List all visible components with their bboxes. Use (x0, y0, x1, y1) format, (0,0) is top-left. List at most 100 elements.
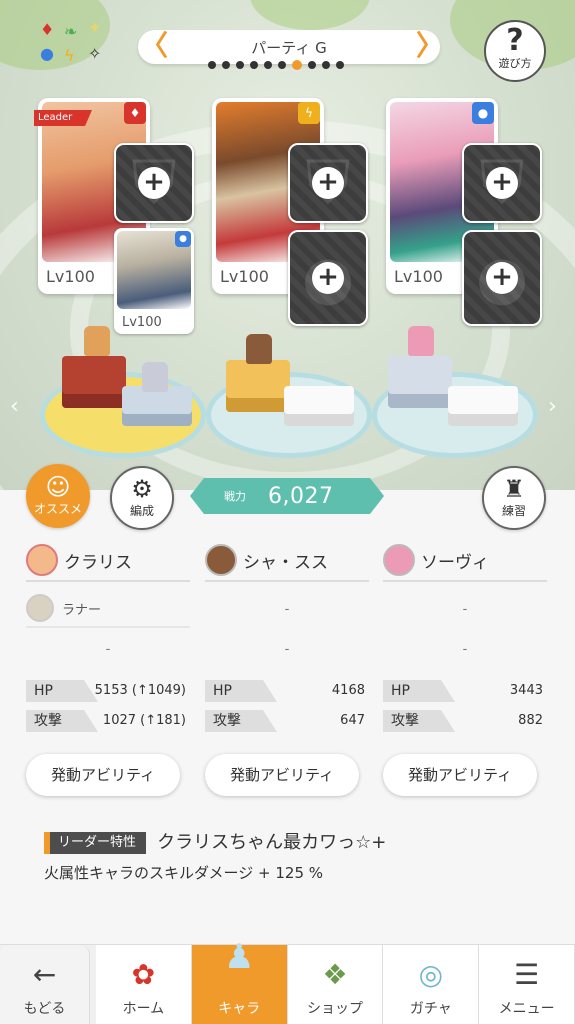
recommend-button[interactable]: ☺ オススメ (26, 464, 90, 528)
hp-stat: HP 5153 (↑1049) (26, 680, 190, 702)
hp-label: HP (205, 680, 277, 702)
support-level: Lv100 (122, 315, 162, 330)
page-dot[interactable] (308, 61, 316, 69)
hp-value: 3443 (509, 683, 543, 698)
character-icon: ♟ (223, 937, 255, 977)
add-icon: + (486, 262, 518, 294)
support-sprite (142, 362, 168, 392)
page-dot[interactable] (264, 61, 272, 69)
member-name-row[interactable]: ソーヴィ (383, 540, 547, 582)
pixel-block-blue (122, 386, 192, 426)
element-icons: ♦ ❧ ✦ ● ϟ ✧ (36, 18, 110, 74)
atk-value: 882 (518, 713, 543, 728)
avatar (26, 594, 54, 622)
water-element-icon: ● (175, 231, 191, 247)
page-dot[interactable] (322, 61, 330, 69)
nav-label: もどる (23, 1001, 66, 1017)
wind-element-icon: ❧ (64, 22, 78, 41)
pixel-block-gold (226, 360, 290, 412)
hp-stat: HP 4168 (205, 680, 369, 702)
power-badge: 戦力 6,027 (190, 478, 384, 514)
nav-label: ホーム (122, 1001, 165, 1017)
formation-button[interactable]: ⚙ 編成 (110, 466, 174, 530)
leader-skill-name: クラリスちゃん最カワっ☆+ (157, 832, 387, 853)
water-element-icon: ● (40, 44, 54, 63)
support-member-row[interactable]: ラナー (26, 590, 190, 628)
page-dot[interactable] (278, 61, 286, 69)
light-element-icon: ✦ (88, 18, 102, 37)
avatar (383, 544, 415, 576)
extra-slot: - (462, 642, 468, 657)
card-level: Lv100 (46, 267, 95, 286)
page-dot-active[interactable] (292, 60, 302, 70)
member-name-row[interactable]: クラリス (26, 540, 190, 582)
ability-button[interactable]: 発動アビリティ (205, 754, 359, 796)
support-card[interactable]: ● Lv100 (114, 228, 194, 334)
hp-label: HP (26, 680, 98, 702)
nav-label: キャラ (218, 1001, 261, 1017)
pixel-block-white (284, 386, 354, 426)
nav-shop[interactable]: ❖ ショップ (287, 945, 384, 1024)
recommend-label: オススメ (33, 502, 82, 516)
nav-chara[interactable]: ♟ キャラ (191, 937, 288, 1024)
nav-home[interactable]: ✿ ホーム (96, 945, 192, 1024)
member-info-1: クラリス ラナー - HP 5153 (↑1049) 攻撃 1027 (↑181… (26, 540, 190, 796)
member-info-3: ソーヴィ - - HP 3443 攻撃 882 発動アビリティ (383, 540, 547, 796)
equip-slot-3[interactable]: ⛨ + (462, 143, 542, 223)
nav-back[interactable]: ← もどる (0, 945, 90, 1024)
page-dot[interactable] (336, 61, 344, 69)
support-slot-3[interactable]: ● + (462, 230, 542, 326)
power-value: 6,027 (268, 483, 334, 509)
menu-icon: ☰ (514, 958, 540, 991)
bottom-nav: ← もどる ✿ ホーム ♟ キャラ ❖ ショップ ◎ ガチャ ☰ メニュー (0, 937, 575, 1024)
shop-icon: ❖ (322, 958, 348, 991)
page-dot[interactable] (208, 61, 216, 69)
power-label: 戦力 (224, 490, 246, 503)
atk-label: 攻撃 (383, 710, 455, 732)
page-dot[interactable] (250, 61, 258, 69)
pixel-block-red (62, 356, 126, 408)
page-dot[interactable] (222, 61, 230, 69)
add-icon: + (312, 262, 344, 294)
atk-value: 647 (340, 713, 365, 728)
prev-party-arrow-icon[interactable]: 〈 (140, 32, 168, 62)
hp-stat: HP 3443 (383, 680, 547, 702)
character-sprite (84, 326, 110, 356)
question-icon: ? (506, 23, 524, 58)
party-page-indicator[interactable] (208, 60, 344, 70)
lightning-element-icon: ϟ (298, 102, 320, 124)
page-dot[interactable] (236, 61, 244, 69)
scroll-right-icon[interactable]: › (548, 394, 557, 419)
character-sprite (408, 326, 434, 356)
equip-slot-1[interactable]: ⛨ + (114, 143, 194, 223)
member-name-row[interactable]: シャ・スス (205, 540, 369, 582)
help-button[interactable]: ? 遊び方 (484, 20, 546, 82)
lightning-element-icon: ϟ (64, 46, 75, 65)
nav-gacha[interactable]: ◎ ガチャ (383, 945, 480, 1024)
leader-tag: Leader (34, 110, 92, 126)
add-icon: + (138, 167, 170, 199)
help-label: 遊び方 (498, 57, 532, 70)
support-name: - (462, 601, 468, 617)
scroll-left-icon[interactable]: ‹ (10, 394, 19, 419)
ability-button[interactable]: 発動アビリティ (383, 754, 537, 796)
training-button[interactable]: ♜ 練習 (482, 466, 546, 530)
recommend-icon: ☺ (45, 473, 71, 501)
next-party-arrow-icon[interactable]: 〉 (416, 32, 444, 62)
support-slot-2[interactable]: ● + (288, 230, 368, 326)
nav-menu[interactable]: ☰ メニュー (479, 945, 575, 1024)
support-member-row[interactable]: - (205, 590, 369, 628)
nav-label: ショップ (306, 1001, 363, 1017)
formation-label: 編成 (129, 504, 154, 518)
hp-value: 5153 (↑1049) (94, 683, 186, 698)
equip-slot-2[interactable]: ⛨ + (288, 143, 368, 223)
hp-value: 4168 (331, 683, 365, 698)
dark-element-icon: ✧ (88, 44, 102, 63)
atk-label: 攻撃 (205, 710, 277, 732)
support-member-row[interactable]: - (383, 590, 547, 628)
member-info-2: シャ・スス - - HP 4168 攻撃 647 発動アビリティ (205, 540, 369, 796)
back-arrow-icon: ← (32, 958, 57, 991)
training-label: 練習 (501, 504, 526, 518)
character-sprite (246, 334, 272, 364)
ability-button[interactable]: 発動アビリティ (26, 754, 180, 796)
